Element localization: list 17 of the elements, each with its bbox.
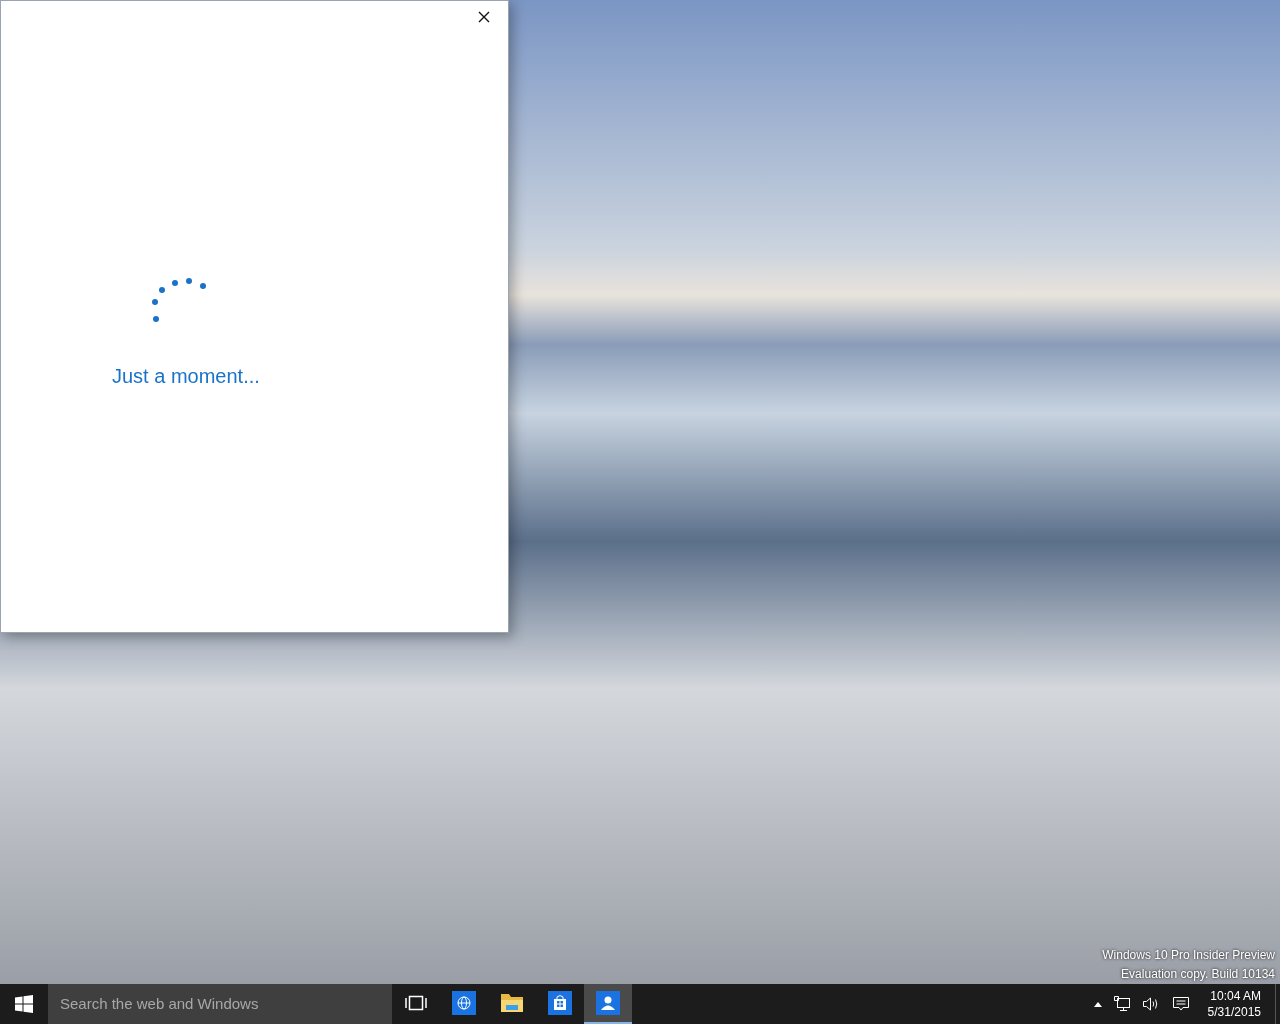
task-view-icon	[405, 995, 427, 1011]
edition-notice-text: Evaluation copy. Build 10134	[1121, 966, 1275, 983]
folder-icon	[500, 992, 524, 1014]
windows-logo-icon	[15, 995, 33, 1013]
taskbar-app-button[interactable]	[584, 984, 632, 1024]
clock[interactable]: 10:04 AM 5/31/2015	[1207, 988, 1261, 1020]
speaker-icon[interactable]	[1141, 996, 1160, 1012]
notification-icon[interactable]	[1171, 996, 1190, 1012]
search-field[interactable]: Search the web and Windows	[48, 984, 392, 1024]
edition-notice-text: Windows 10 Pro Insider Preview	[1102, 947, 1275, 964]
loading-message: Just a moment...	[112, 364, 260, 389]
globe-icon	[452, 991, 476, 1015]
network-icon[interactable]	[1113, 996, 1130, 1012]
chevron-up-icon[interactable]	[1093, 1001, 1102, 1007]
loading-spinner-icon	[151, 276, 209, 324]
shopping-bag-icon	[548, 991, 572, 1015]
person-icon	[596, 991, 620, 1015]
